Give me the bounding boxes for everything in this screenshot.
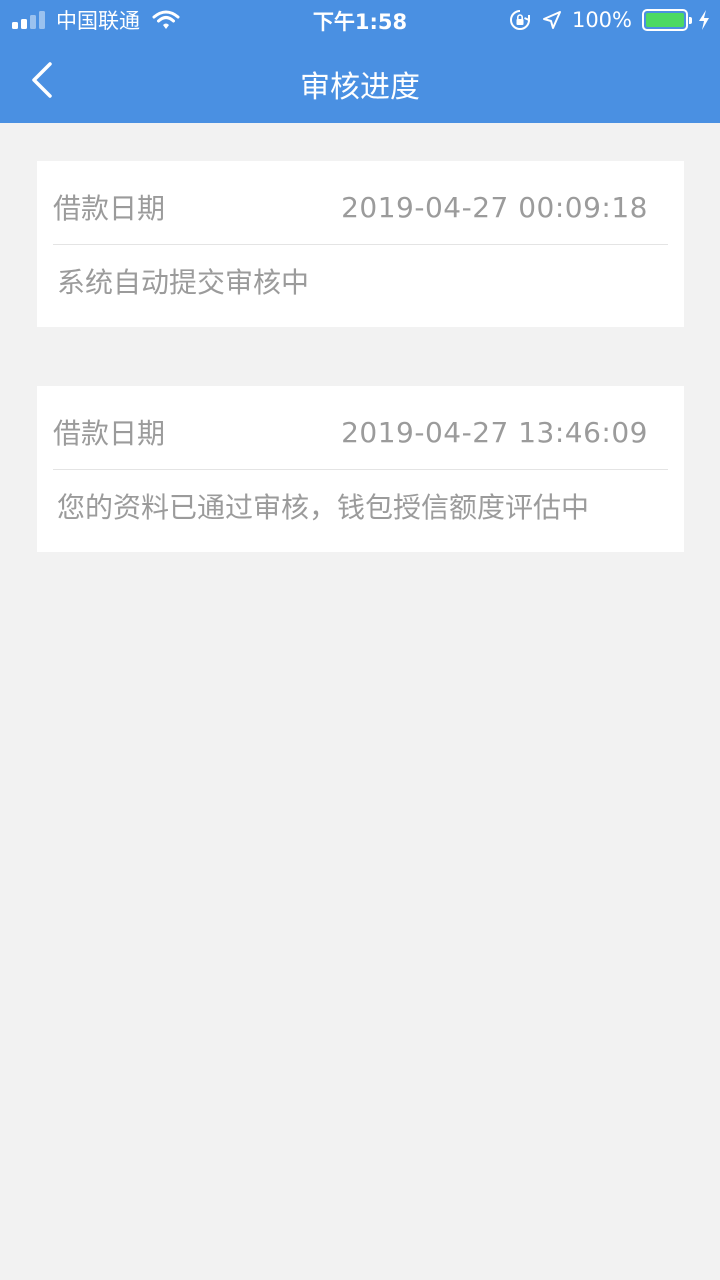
card-divider [53,469,668,470]
card-divider [53,244,668,245]
date-label: 借款日期 [53,417,166,450]
battery-icon [642,9,692,31]
status-text: 系统自动提交审核中 [57,266,310,299]
card-header-row: 借款日期 2019-04-27 00:09:18 [53,187,648,227]
progress-card: 借款日期 2019-04-27 00:09:18 系统自动提交审核中 [37,161,684,327]
status-bar: 中国联通 下午1:58 100% [0,0,720,40]
date-value: 2019-04-27 00:09:18 [341,190,648,224]
top-bar: 中国联通 下午1:58 100% 审核进度 [0,0,720,123]
status-right: 100% [498,6,710,34]
nav-bar: 审核进度 [0,40,720,123]
charging-icon [699,10,709,30]
rotation-lock-icon [509,10,530,30]
card-header-row: 借款日期 2019-04-27 13:46:09 [53,412,648,452]
page-title: 审核进度 [300,70,420,105]
date-label: 借款日期 [53,192,166,225]
battery-percent: 100% [571,8,632,32]
progress-card: 借款日期 2019-04-27 13:46:09 您的资料已通过审核，钱包授信额… [37,386,684,552]
status-text: 您的资料已通过审核，钱包授信额度评估中 [57,491,590,524]
date-value: 2019-04-27 13:46:09 [341,415,648,449]
location-icon [542,11,561,29]
